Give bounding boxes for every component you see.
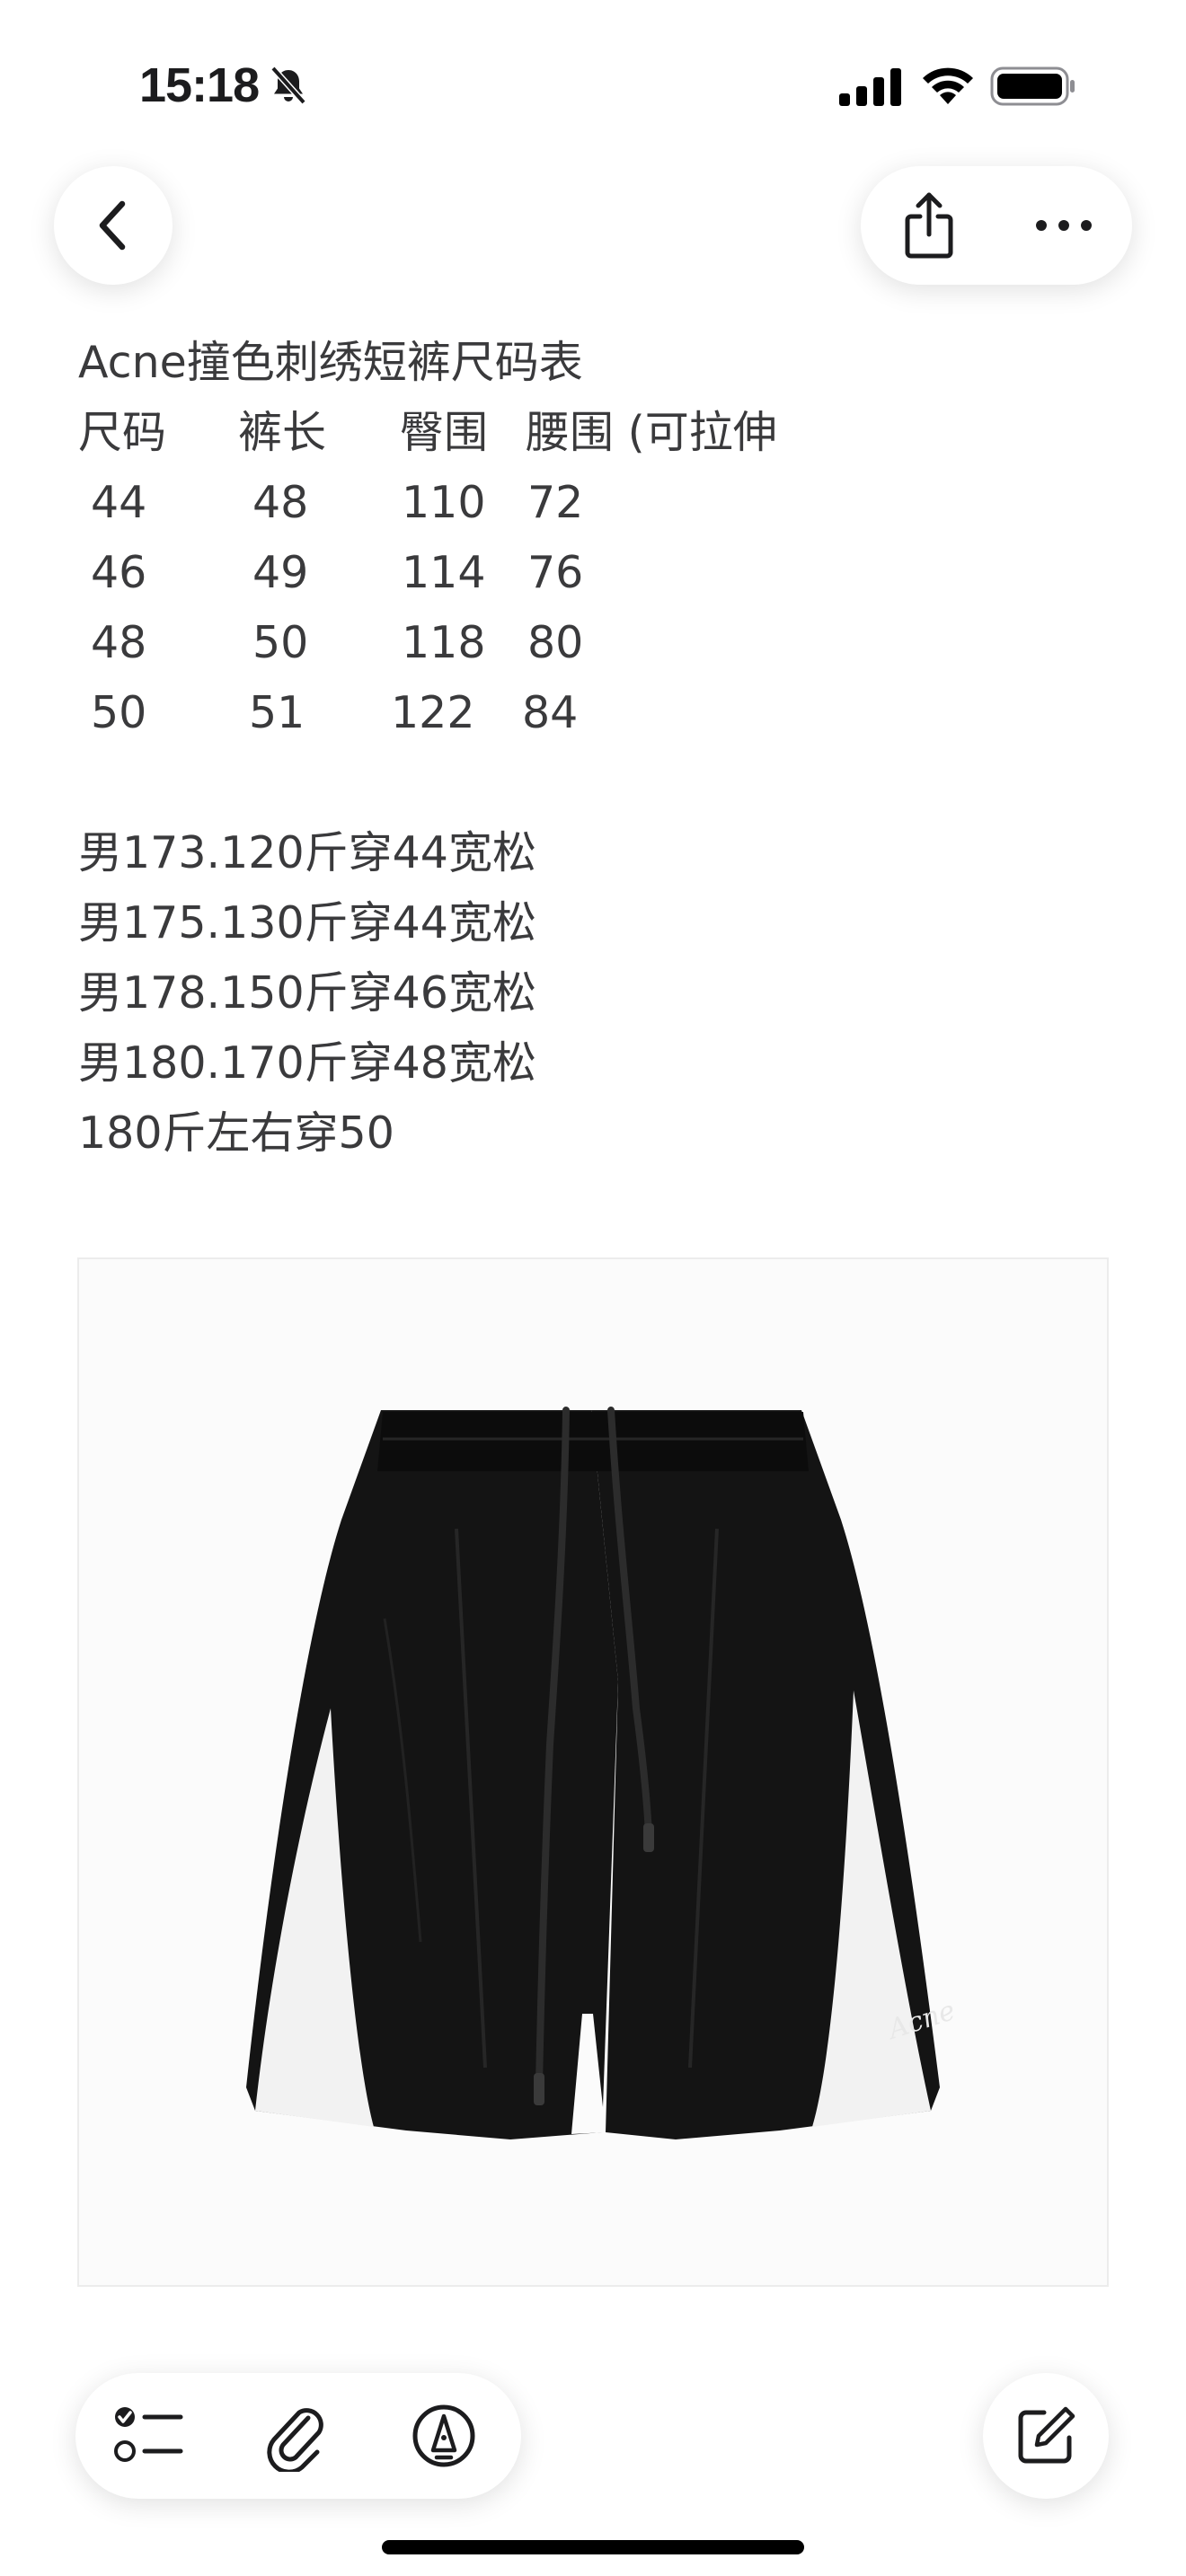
- checklist-button[interactable]: [108, 2395, 190, 2477]
- note-body[interactable]: Acne撞色刺绣短裤尺码表 尺码 裤长 臀围 腰围 (可拉伸 44 48 110…: [78, 328, 1120, 1169]
- table-row: 48 50 118 80: [78, 608, 1120, 678]
- cell-length: 51: [249, 687, 305, 738]
- cell-hip: 110: [402, 477, 486, 528]
- cellular-signal-icon: [839, 68, 901, 106]
- cell-size: 50: [91, 687, 147, 738]
- recommendation-line: 男180.170斤穿48宽松: [78, 1037, 536, 1089]
- checklist-icon: [114, 2407, 183, 2462]
- share-button[interactable]: [888, 184, 970, 267]
- nav-action-group: [861, 166, 1132, 285]
- cell-hip: 118: [402, 617, 486, 668]
- header-size: 尺码: [78, 407, 167, 458]
- chevron-left-icon: [99, 200, 126, 251]
- cell-waist: 76: [527, 547, 584, 598]
- attachment-button[interactable]: [255, 2395, 338, 2477]
- compose-button[interactable]: [983, 2373, 1109, 2499]
- cell-waist: 84: [522, 687, 579, 738]
- header-waist: 腰围 (可拉伸: [526, 407, 777, 458]
- recommendation-line: 男175.130斤穿44宽松: [78, 897, 536, 948]
- battery-icon: [990, 66, 1075, 106]
- cell-length: 50: [252, 617, 309, 668]
- recommendation-line: 男178.150斤穿46宽松: [78, 967, 536, 1019]
- table-row: 46 49 114 76: [78, 538, 1120, 608]
- cell-length: 48: [252, 477, 309, 528]
- size-table: 尺码 裤长 臀围 腰围 (可拉伸 44 48 110 72 46 49 114 …: [78, 398, 1120, 748]
- cell-hip: 122: [391, 687, 475, 738]
- header-length: 裤长: [238, 407, 327, 458]
- markup-pen-icon: [412, 2404, 475, 2467]
- recommendation-line: 180斤左右穿50: [78, 1107, 394, 1159]
- ellipsis-icon: [1036, 220, 1092, 231]
- shorts-illustration: Acne: [246, 1407, 959, 2139]
- cell-size: 46: [91, 547, 147, 598]
- product-photo[interactable]: Acne: [77, 1257, 1109, 2287]
- home-indicator[interactable]: [382, 2540, 804, 2554]
- paperclip-icon: [267, 2408, 323, 2472]
- bell-slash-icon: [270, 66, 306, 105]
- status-time: 15:18: [139, 58, 260, 112]
- table-row: 50 51 122 84: [78, 678, 1120, 748]
- size-table-header: 尺码 裤长 臀围 腰围 (可拉伸: [78, 398, 1120, 468]
- bottom-toolbar: [75, 2373, 521, 2499]
- cell-length: 49: [252, 547, 309, 598]
- cell-waist: 72: [527, 477, 584, 528]
- compose-icon: [1018, 2406, 1075, 2464]
- more-button[interactable]: [1022, 184, 1105, 267]
- cell-size: 44: [91, 477, 147, 528]
- note-title: Acne撞色刺绣短裤尺码表: [78, 337, 583, 388]
- recommendation-line: 男173.120斤穿44宽松: [78, 827, 536, 878]
- wifi-icon: [923, 67, 973, 104]
- markup-button[interactable]: [403, 2395, 485, 2477]
- back-button[interactable]: [54, 166, 173, 285]
- cell-size: 48: [91, 617, 147, 668]
- header-hip: 臀围: [400, 407, 489, 458]
- cell-hip: 114: [402, 547, 486, 598]
- table-row: 44 48 110 72: [78, 468, 1120, 538]
- cell-waist: 80: [527, 617, 584, 668]
- share-icon: [905, 192, 953, 259]
